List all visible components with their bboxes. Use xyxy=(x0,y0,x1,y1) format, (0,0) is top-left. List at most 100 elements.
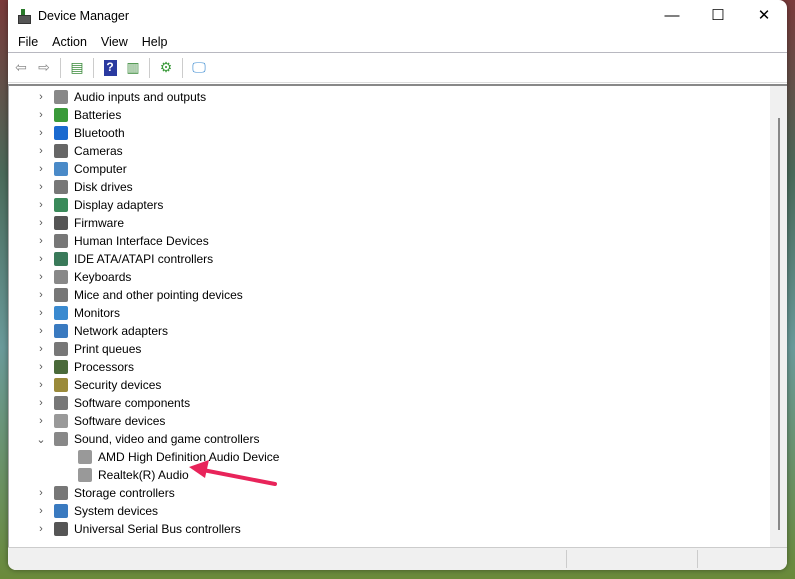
device-category[interactable]: ⌄ Sound, video and game controllers xyxy=(35,430,259,448)
console-tree-icon[interactable]: ▤ xyxy=(67,58,87,78)
device-category[interactable]: › Network adapters xyxy=(35,322,168,340)
device-label: Cameras xyxy=(74,144,123,158)
chevron-right-icon[interactable]: › xyxy=(35,361,47,373)
chevron-right-icon[interactable]: › xyxy=(35,523,47,535)
back-arrow-icon[interactable]: ⇦ xyxy=(11,58,31,78)
close-button[interactable]: ✕ xyxy=(741,0,787,30)
chevron-right-icon[interactable]: › xyxy=(35,289,47,301)
toolbar-divider xyxy=(149,57,150,78)
device-category[interactable]: › Mice and other pointing devices xyxy=(35,286,243,304)
disk-icon xyxy=(54,180,68,194)
chevron-right-icon[interactable]: › xyxy=(35,199,47,211)
chevron-right-icon[interactable]: › xyxy=(35,325,47,337)
forward-arrow-icon[interactable]: ⇨ xyxy=(34,58,54,78)
device-category[interactable]: › Universal Serial Bus controllers xyxy=(35,520,241,538)
toolbar: ⇦ ⇨ ▤ ? ▥ ⚙ 🖵 xyxy=(8,53,787,83)
help-icon[interactable]: ? xyxy=(100,58,120,78)
chevron-right-icon[interactable]: › xyxy=(35,343,47,355)
device-category[interactable]: › Storage controllers xyxy=(35,484,175,502)
device-label: Network adapters xyxy=(74,324,169,338)
device-category[interactable]: › Software devices xyxy=(35,412,165,430)
scrollbar-thumb[interactable] xyxy=(778,118,780,530)
device-category[interactable]: › Computer xyxy=(35,160,127,178)
software-component-icon xyxy=(54,396,68,410)
scan-hardware-icon[interactable]: 🖵 xyxy=(189,58,209,78)
status-divider xyxy=(566,550,567,568)
device-category[interactable]: › Cameras xyxy=(35,142,123,160)
device-label: Keyboards xyxy=(74,270,132,284)
bluetooth-icon xyxy=(54,126,68,140)
chevron-right-icon[interactable]: › xyxy=(35,415,47,427)
window-title: Device Manager xyxy=(38,9,130,23)
chevron-right-icon[interactable]: › xyxy=(35,127,47,139)
device-label: Display adapters xyxy=(74,198,164,212)
device-category[interactable]: › IDE ATA/ATAPI controllers xyxy=(35,250,213,268)
device-label: Audio inputs and outputs xyxy=(74,90,207,104)
speaker-icon xyxy=(54,432,68,446)
network-icon xyxy=(54,324,68,338)
device-category[interactable]: › Disk drives xyxy=(35,178,133,196)
device-label: IDE ATA/ATAPI controllers xyxy=(74,252,214,266)
device-category[interactable]: › Print queues xyxy=(35,340,141,358)
menu-help[interactable]: Help xyxy=(135,35,175,49)
device-category[interactable]: › Audio inputs and outputs xyxy=(35,88,206,106)
menu-action[interactable]: Action xyxy=(45,35,94,49)
chevron-right-icon[interactable]: › xyxy=(35,91,47,103)
chevron-right-icon[interactable]: › xyxy=(35,217,47,229)
ide-icon xyxy=(54,252,68,266)
chevron-right-icon[interactable]: › xyxy=(35,145,47,157)
device-category[interactable]: › Batteries xyxy=(35,106,121,124)
device-manager-icon xyxy=(16,9,31,24)
device-label: Human Interface Devices xyxy=(74,234,209,248)
properties-icon[interactable]: ▥ xyxy=(123,58,143,78)
firmware-icon xyxy=(54,216,68,230)
device-category[interactable]: › Keyboards xyxy=(35,268,131,286)
chevron-right-icon[interactable]: › xyxy=(35,487,47,499)
storage-icon xyxy=(54,486,68,500)
device-category[interactable]: › Bluetooth xyxy=(35,124,125,142)
chevron-right-icon[interactable]: › xyxy=(35,379,47,391)
device-category[interactable]: › Monitors xyxy=(35,304,120,322)
chevron-right-icon[interactable]: › xyxy=(35,397,47,409)
device-label: Print queues xyxy=(74,342,142,356)
menu-view[interactable]: View xyxy=(94,35,135,49)
device-category[interactable]: › Display adapters xyxy=(35,196,163,214)
device-category[interactable]: › System devices xyxy=(35,502,158,520)
device-item[interactable]: Realtek(R) Audio xyxy=(78,466,189,484)
vertical-scrollbar[interactable] xyxy=(770,86,787,547)
device-tree: › Audio inputs and outputs › Batteries › Blue… xyxy=(8,84,787,547)
hid-icon xyxy=(54,234,68,248)
device-category[interactable]: › Firmware xyxy=(35,214,124,232)
update-driver-icon[interactable]: ⚙ xyxy=(156,58,176,78)
device-category[interactable]: › Processors xyxy=(35,358,134,376)
chevron-down-icon[interactable]: ⌄ xyxy=(35,433,47,446)
minimize-button[interactable]: — xyxy=(649,0,695,30)
menu-file[interactable]: File xyxy=(11,35,45,49)
chevron-right-icon[interactable]: › xyxy=(35,307,47,319)
chevron-right-icon[interactable]: › xyxy=(35,271,47,283)
display-adapter-icon xyxy=(54,198,68,212)
device-label: Disk drives xyxy=(74,180,133,194)
device-label: Monitors xyxy=(74,306,121,320)
device-label: Universal Serial Bus controllers xyxy=(74,522,241,536)
device-label: Realtek(R) Audio xyxy=(98,468,189,482)
chevron-right-icon[interactable]: › xyxy=(35,181,47,193)
chevron-right-icon[interactable]: › xyxy=(35,109,47,121)
chevron-right-icon[interactable]: › xyxy=(35,163,47,175)
software-device-icon xyxy=(54,414,68,428)
usb-icon xyxy=(54,522,68,536)
device-label: Security devices xyxy=(74,378,162,392)
device-label: Processors xyxy=(74,360,135,374)
device-category[interactable]: › Software components xyxy=(35,394,190,412)
chevron-right-icon[interactable]: › xyxy=(35,235,47,247)
maximize-button[interactable]: ☐ xyxy=(695,0,741,30)
device-category[interactable]: › Security devices xyxy=(35,376,161,394)
device-label: Software devices xyxy=(74,414,166,428)
device-label: Software components xyxy=(74,396,191,410)
chevron-right-icon[interactable]: › xyxy=(35,253,47,265)
battery-icon xyxy=(54,108,68,122)
device-category[interactable]: › Human Interface Devices xyxy=(35,232,209,250)
chevron-right-icon[interactable]: › xyxy=(35,505,47,517)
toolbar-divider xyxy=(182,57,183,78)
status-bar xyxy=(8,547,787,570)
